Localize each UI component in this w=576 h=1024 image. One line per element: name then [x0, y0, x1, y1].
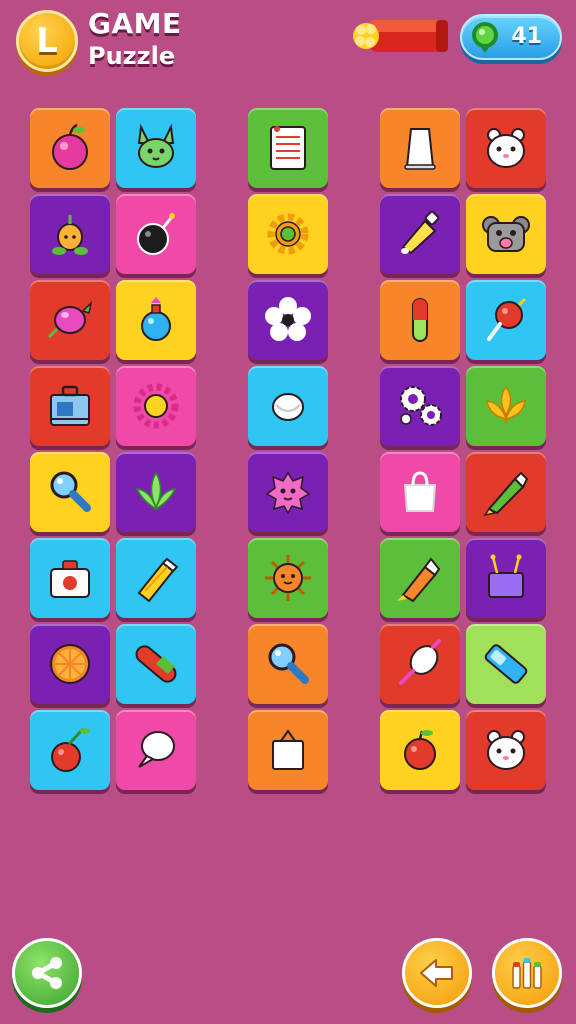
tile[interactable] — [380, 452, 460, 532]
tile[interactable] — [30, 194, 110, 274]
blue-battery-icon — [484, 644, 528, 684]
plum-icon — [52, 123, 88, 170]
tile[interactable] — [116, 194, 196, 274]
tile[interactable] — [30, 538, 110, 618]
paper-cup-icon — [404, 128, 436, 170]
koala-camera-icon — [482, 216, 530, 252]
gears-icon — [400, 386, 442, 426]
tile[interactable] — [30, 452, 110, 532]
gem-counter[interactable]: 41 — [460, 14, 562, 60]
share-button[interactable] — [12, 938, 82, 1008]
hamster-face-icon — [487, 128, 525, 168]
purple-box-icon — [488, 554, 524, 598]
hamster-face-icon — [487, 730, 525, 770]
tile[interactable] — [380, 280, 460, 360]
capsule-pill-icon — [412, 298, 428, 342]
first-aid-kit-icon — [50, 560, 90, 598]
candy-icon — [47, 300, 93, 339]
cherry-icon — [51, 727, 90, 772]
tile[interactable] — [116, 710, 196, 790]
yellow-crayon-icon — [137, 557, 179, 603]
shopping-bag-icon — [272, 729, 304, 770]
tile[interactable] — [380, 624, 460, 704]
blue-potion-icon — [141, 297, 171, 341]
white-brush-icon — [399, 639, 441, 685]
tile[interactable] — [248, 280, 328, 360]
pink-blob-icon — [265, 471, 311, 515]
tile[interactable] — [30, 710, 110, 790]
title-sub: Puzzle — [88, 42, 176, 70]
tile[interactable] — [116, 624, 196, 704]
tile[interactable] — [248, 108, 328, 188]
tile[interactable] — [466, 624, 546, 704]
tile[interactable] — [466, 366, 546, 446]
magnifier-icon — [268, 643, 309, 684]
tile[interactable] — [248, 710, 328, 790]
firework-rocket-icon[interactable] — [352, 14, 450, 58]
leaf-icon — [486, 385, 526, 423]
green-crayon-icon — [483, 471, 529, 517]
tile[interactable] — [116, 452, 196, 532]
tile[interactable] — [380, 538, 460, 618]
tile[interactable] — [248, 194, 328, 274]
tile[interactable] — [30, 280, 110, 360]
notepad-icon — [270, 126, 306, 170]
logo[interactable]: L — [16, 10, 78, 72]
back-arrow-icon — [420, 959, 453, 987]
toolbox-icon — [50, 385, 90, 426]
tile[interactable] — [248, 538, 328, 618]
tile[interactable] — [248, 366, 328, 446]
back-button[interactable] — [402, 938, 472, 1008]
tile[interactable] — [30, 108, 110, 188]
share-icon — [32, 957, 62, 989]
tile[interactable] — [380, 194, 460, 274]
orange-slice-icon — [50, 644, 90, 684]
crayons-icon — [512, 958, 542, 989]
red-pin-icon — [487, 297, 527, 341]
plant-leaves-icon — [135, 471, 177, 511]
apple-icon — [404, 730, 436, 770]
tile[interactable] — [116, 108, 196, 188]
onion-sprout-icon — [52, 215, 88, 255]
logo-letter: L — [36, 21, 58, 61]
tile[interactable] — [30, 624, 110, 704]
tile[interactable] — [248, 624, 328, 704]
pill-icon — [135, 645, 177, 683]
black-bomb-icon — [137, 213, 175, 255]
speech-balloon-icon — [138, 731, 175, 768]
top-bar: L GAME Puzzle 41 — [0, 0, 576, 90]
tile[interactable] — [466, 452, 546, 532]
paint-tube-icon — [401, 210, 440, 255]
flower-icon — [265, 297, 311, 341]
tile[interactable] — [466, 194, 546, 274]
tile[interactable] — [466, 538, 546, 618]
sun-gear-icon — [133, 383, 179, 429]
tile[interactable] — [466, 280, 546, 360]
counter-value: 41 — [511, 24, 542, 49]
gear-icon — [267, 213, 309, 255]
tile[interactable] — [116, 280, 196, 360]
title-main: GAME — [88, 7, 182, 40]
green-gem-icon — [472, 22, 498, 53]
game-title: GAME Puzzle — [88, 7, 182, 70]
tile[interactable] — [466, 710, 546, 790]
tile[interactable] — [116, 366, 196, 446]
tile[interactable] — [380, 710, 460, 790]
egg-icon — [272, 393, 304, 421]
tools-button[interactable] — [492, 938, 562, 1008]
magnifier-icon — [50, 471, 91, 512]
rocket-crayon-icon — [397, 557, 441, 603]
tile[interactable] — [380, 366, 460, 446]
tile[interactable] — [116, 538, 196, 618]
tile[interactable] — [248, 452, 328, 532]
tile[interactable] — [466, 108, 546, 188]
bunny-face-icon — [137, 123, 175, 168]
sun-face-icon — [265, 555, 311, 601]
tile[interactable] — [30, 366, 110, 446]
white-bag-icon — [403, 471, 437, 512]
tile[interactable] — [380, 108, 460, 188]
